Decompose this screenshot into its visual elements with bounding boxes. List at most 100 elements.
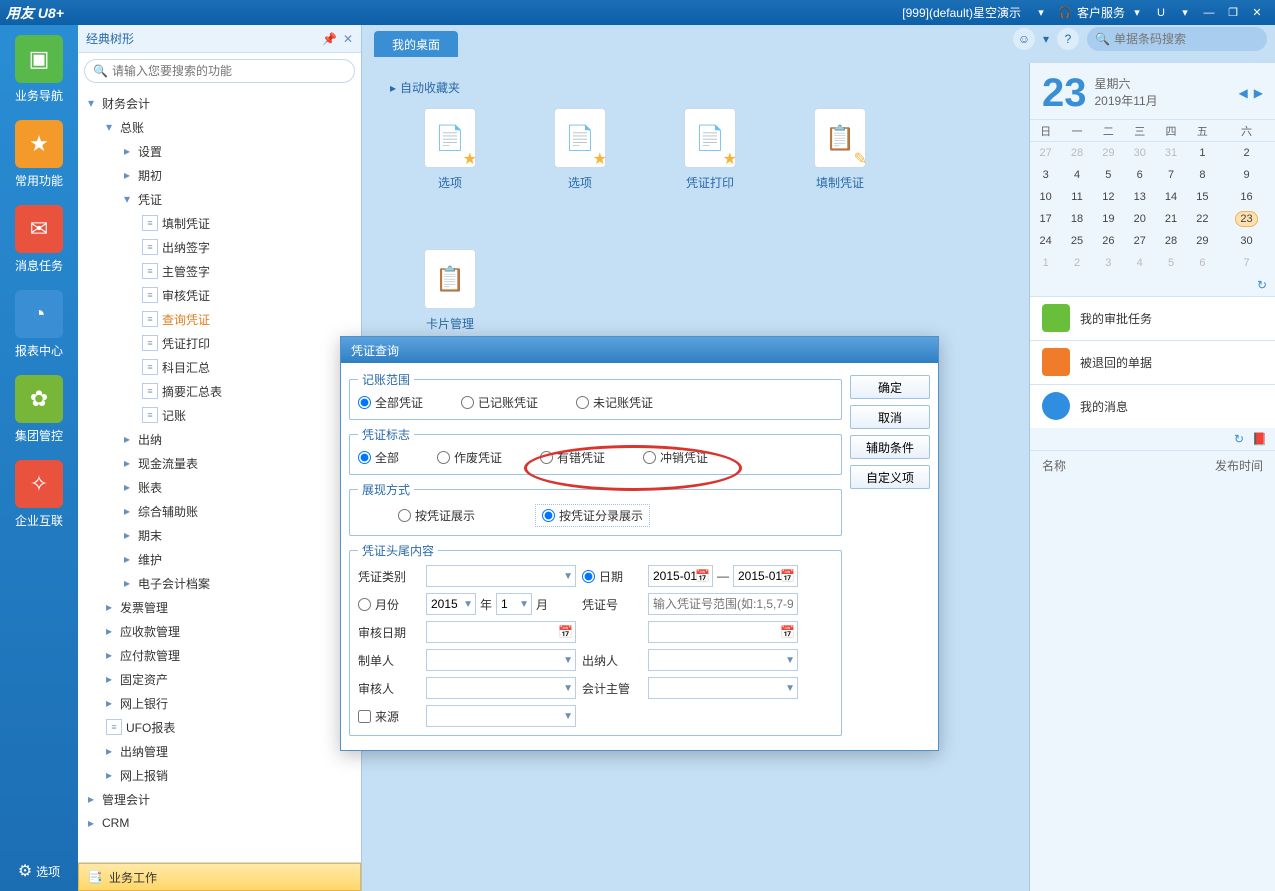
combo-accounting-mgr[interactable]: ▼: [648, 677, 798, 699]
tree-node[interactable]: ▸维护: [78, 547, 361, 571]
help-icon[interactable]: ?: [1057, 28, 1079, 50]
tree-node[interactable]: ▾凭证: [78, 187, 361, 211]
date-to[interactable]: 📅: [733, 565, 798, 587]
barcode-search-input[interactable]: [1114, 32, 1269, 46]
radio-all-vouchers[interactable]: 全部凭证: [358, 394, 423, 411]
tree-leaf[interactable]: ≡凭证打印: [78, 331, 361, 355]
tree-node[interactable]: ▸CRM: [78, 811, 361, 835]
radio-flag-all[interactable]: 全部: [358, 449, 399, 466]
refresh-icon[interactable]: ↻: [1257, 278, 1267, 292]
nav-bottom-options[interactable]: ⚙选项: [18, 861, 60, 881]
close-icon[interactable]: ✕: [343, 32, 353, 46]
tree-tab-bizwork[interactable]: 📑 业务工作: [78, 863, 361, 891]
tree-node[interactable]: ▸期末: [78, 523, 361, 547]
dropdown-icon[interactable]: ▾: [1032, 4, 1050, 22]
refresh-icon[interactable]: ↻: [1234, 432, 1244, 446]
tree-node[interactable]: ▸电子会计档案: [78, 571, 361, 595]
tile-options[interactable]: 📄★选项: [544, 108, 616, 191]
customer-service-label[interactable]: 客户服务: [1077, 4, 1125, 21]
tree-leaf[interactable]: ≡审核凭证: [78, 283, 361, 307]
cancel-button[interactable]: 取消: [850, 405, 930, 429]
tree-node[interactable]: ▸应付款管理: [78, 643, 361, 667]
input-voucher-no[interactable]: [648, 593, 798, 615]
radio-display-by-entry[interactable]: 按凭证分录展示: [535, 504, 650, 527]
tree-leaf[interactable]: ≡记账: [78, 403, 361, 427]
tree-leaf[interactable]: ≡出纳签字: [78, 235, 361, 259]
combo-voucher-type[interactable]: ▼: [426, 565, 576, 587]
radio-flag-void[interactable]: 作废凭证: [437, 449, 502, 466]
minimize-icon[interactable]: —: [1200, 4, 1218, 22]
tree-leaf-selected[interactable]: ≡查询凭证: [78, 307, 361, 331]
combo-cashier[interactable]: ▼: [648, 649, 798, 671]
combo-month[interactable]: ▼: [496, 593, 532, 615]
nav-item-msg[interactable]: ✉消息任务: [4, 205, 74, 274]
smiley-icon[interactable]: ☺: [1013, 28, 1035, 50]
pin-icon[interactable]: 📌: [322, 32, 337, 46]
barcode-search[interactable]: 🔍: [1087, 27, 1267, 51]
tile-make-voucher[interactable]: 📋✎填制凭证: [804, 108, 876, 191]
dropdown-icon[interactable]: ▾: [1043, 32, 1049, 46]
radio-flag-reverse[interactable]: 冲销凭证: [643, 449, 708, 466]
tile-voucher-print[interactable]: 📄★凭证打印: [674, 108, 746, 191]
tree-search[interactable]: 🔍: [84, 59, 355, 83]
input-audit-date-to[interactable]: 📅: [648, 621, 798, 643]
combo-auditor[interactable]: ▼: [426, 677, 576, 699]
nav-item-report[interactable]: ◔报表中心: [4, 290, 74, 359]
tree-search-input[interactable]: [112, 64, 346, 78]
tree-node[interactable]: ▸现金流量表: [78, 451, 361, 475]
panel-item-returned[interactable]: 被退回的单据: [1030, 340, 1275, 384]
calendar-prev-icon[interactable]: ◀: [1239, 86, 1248, 100]
tree-leaf[interactable]: ≡摘要汇总表: [78, 379, 361, 403]
combo-source[interactable]: ▼: [426, 705, 576, 727]
auto-favorites[interactable]: ▸自动收藏夹: [390, 79, 1001, 96]
tree-node[interactable]: ▾财务会计: [78, 91, 361, 115]
tree-node[interactable]: ▸发票管理: [78, 595, 361, 619]
tile-options[interactable]: 📄★选项: [414, 108, 486, 191]
tree-node[interactable]: ▸出纳管理: [78, 739, 361, 763]
headset-icon[interactable]: 🎧: [1056, 4, 1074, 22]
tree-node[interactable]: ▸网上银行: [78, 691, 361, 715]
close-icon[interactable]: ✕: [1248, 4, 1266, 22]
nav-item-biz[interactable]: ▣业务导航: [4, 35, 74, 104]
tree-leaf[interactable]: ≡填制凭证: [78, 211, 361, 235]
tree-leaf[interactable]: ≡UFO报表: [78, 715, 361, 739]
panel-item-messages[interactable]: 我的消息: [1030, 384, 1275, 428]
custom-items-button[interactable]: 自定义项: [850, 465, 930, 489]
dropdown-icon[interactable]: ▾: [1176, 4, 1194, 22]
radio-posted-vouchers[interactable]: 已记账凭证: [461, 394, 538, 411]
tree-leaf[interactable]: ≡主管签字: [78, 259, 361, 283]
tree-node[interactable]: ▸管理会计: [78, 787, 361, 811]
restore-icon[interactable]: ❐: [1224, 4, 1242, 22]
radio-flag-error[interactable]: 有错凭证: [540, 449, 605, 466]
tile-card-mgmt[interactable]: 📋卡片管理: [414, 249, 486, 332]
tree-node[interactable]: ▸固定资产: [78, 667, 361, 691]
tree-node[interactable]: ▾总账: [78, 115, 361, 139]
tab-my-desktop[interactable]: 我的桌面: [374, 31, 458, 57]
combo-year[interactable]: ▼: [426, 593, 476, 615]
nav-item-fav[interactable]: ★常用功能: [4, 120, 74, 189]
nav-item-group[interactable]: ✿集团管控: [4, 375, 74, 444]
combo-maker[interactable]: ▼: [426, 649, 576, 671]
book-icon[interactable]: 📕: [1252, 432, 1267, 446]
dropdown-icon[interactable]: ▾: [1128, 4, 1146, 22]
tree-leaf[interactable]: ≡科目汇总: [78, 355, 361, 379]
calendar-next-icon[interactable]: ▶: [1254, 86, 1263, 100]
nav-item-ent[interactable]: ✧企业互联: [4, 460, 74, 529]
radio-by-date[interactable]: 日期: [582, 568, 642, 585]
tree-node[interactable]: ▸设置: [78, 139, 361, 163]
u-icon[interactable]: U: [1152, 4, 1170, 22]
input-audit-date[interactable]: 📅: [426, 621, 576, 643]
tree-node[interactable]: ▸账表: [78, 475, 361, 499]
radio-display-by-voucher[interactable]: 按凭证展示: [398, 507, 475, 524]
panel-item-approvals[interactable]: 我的审批任务: [1030, 296, 1275, 340]
date-from[interactable]: 📅: [648, 565, 713, 587]
tree-node[interactable]: ▸综合辅助账: [78, 499, 361, 523]
tree-node[interactable]: ▸应收款管理: [78, 619, 361, 643]
ok-button[interactable]: 确定: [850, 375, 930, 399]
radio-unposted-vouchers[interactable]: 未记账凭证: [576, 394, 653, 411]
tree-node[interactable]: ▸出纳: [78, 427, 361, 451]
tree-node[interactable]: ▸网上报销: [78, 763, 361, 787]
radio-by-month[interactable]: 月份: [358, 596, 420, 613]
tree-node[interactable]: ▸期初: [78, 163, 361, 187]
aux-conditions-button[interactable]: 辅助条件: [850, 435, 930, 459]
